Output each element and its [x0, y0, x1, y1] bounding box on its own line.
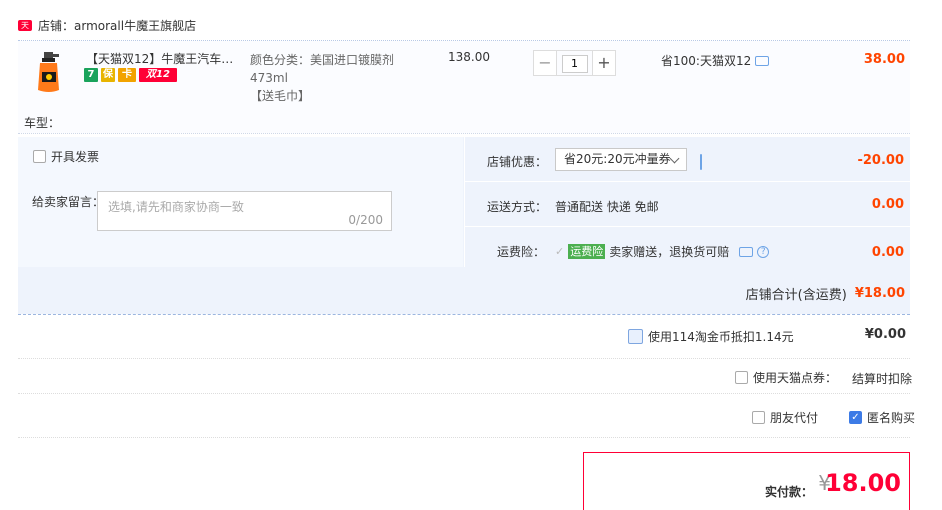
shop-name-link[interactable]: 店铺：armorall牛魔王旗舰店 [38, 17, 196, 34]
insurance-amount: 0.00 [871, 245, 904, 260]
insurance-tag: 运费险 [568, 244, 606, 259]
shipping-label: 运送方式： [487, 200, 548, 214]
anonymous-option[interactable]: ✓ 匿名购买 [849, 409, 915, 426]
quantity-field-wrap [557, 50, 592, 76]
message-placeholder: 选填,请先和商家协商一致 [108, 200, 244, 214]
taojinbi-option[interactable]: 使用114淘金币抵扣1.14元 [628, 328, 794, 345]
divider [18, 437, 910, 438]
product-thumbnail[interactable] [34, 50, 64, 94]
quantity-plus-button[interactable]: + [592, 50, 616, 76]
anonymous-label: 匿名购买 [867, 411, 916, 425]
payment-label: 实付款： [764, 485, 813, 499]
shop-total: 店铺合计(含运费) ¥18.00 [746, 284, 905, 303]
chevron-down-icon [669, 153, 680, 164]
discount-text: 省100:天猫双12 [661, 54, 752, 68]
coupon-amount: -20.00 [857, 153, 904, 168]
message-label: 给卖家留言： [32, 195, 105, 209]
chat-bubble-icon[interactable] [700, 154, 702, 170]
divider [465, 226, 910, 227]
divider [18, 358, 910, 359]
shipping-method: 普通配送 快递 免邮 [555, 200, 659, 214]
quantity-stepper: − + [533, 50, 616, 76]
sku-info: 颜色分类：美国进口镀膜剂473ml 【送毛巾】 [250, 51, 420, 105]
invoice-label: 开具发票 [51, 150, 100, 164]
insurance-check-icon: ✓ [555, 245, 565, 258]
insurance-label: 运费险： [497, 245, 546, 259]
divider [18, 133, 910, 134]
tmall-points-label: 使用天猫点券： [753, 371, 838, 385]
sku-gift: 【送毛巾】 [250, 89, 311, 103]
divider [18, 393, 910, 394]
friend-pay-option[interactable]: 朋友代付 [752, 409, 818, 426]
taojinbi-amount: ¥0.00 [864, 327, 906, 342]
shipping-amount: 0.00 [871, 197, 904, 212]
card-pay-icon[interactable]: 卡 [118, 68, 136, 82]
divider [18, 314, 910, 315]
coupon-select[interactable]: 省20元:20元冲量券 [555, 148, 687, 171]
double12-icon[interactable]: 双12 [139, 68, 177, 82]
help-icon[interactable]: ? [757, 245, 770, 258]
friend-pay-checkbox[interactable] [752, 411, 765, 424]
item-discount: 省100:天猫双12 [661, 52, 770, 69]
tmall-shop-icon: 天猫 [18, 19, 32, 41]
unit-price: 138.00 [448, 50, 490, 64]
shop-total-label: 店铺合计(含运费) [745, 288, 847, 303]
chat-bubble-icon[interactable] [739, 246, 754, 257]
tmall-points-option[interactable]: 使用天猫点券： [735, 369, 837, 386]
product-title-link[interactable]: 【天猫双12】牛魔王汽车镀膜剂 [86, 50, 244, 67]
insurance-text: 卖家赠送，退换货可赔 [609, 245, 730, 259]
tmall-points-checkbox[interactable] [735, 371, 748, 384]
service-badges: 7 保 卡 双12 [84, 68, 177, 82]
coupon-label: 店铺优惠： [487, 155, 548, 169]
message-char-count: 0/200 [348, 213, 383, 227]
payment-summary: 实付款： ¥ 18.00 [583, 452, 910, 510]
divider [464, 137, 465, 267]
guarantee-icon[interactable]: 保 [101, 68, 115, 82]
quantity-input[interactable] [561, 54, 588, 73]
chat-bubble-icon[interactable] [755, 55, 770, 66]
shop-total-value: ¥18.00 [854, 286, 905, 301]
car-model-label: 车型： [24, 116, 61, 130]
item-total: 38.00 [863, 52, 905, 67]
payment-amount: 18.00 [825, 469, 901, 497]
sku-color: 颜色分类：美国进口镀膜剂473ml [250, 53, 395, 85]
shop-header: 天猫 店铺：armorall牛魔王旗舰店 [18, 16, 196, 41]
anonymous-checkbox[interactable]: ✓ [849, 411, 862, 424]
coupon-selected: 省20元:20元冲量券 [564, 152, 671, 166]
insurance-option: ✓ 运费险 卖家赠送，退换货可赔 ? [555, 243, 770, 260]
quantity-minus-button[interactable]: − [533, 50, 557, 76]
taojinbi-label: 使用114淘金币抵扣1.14元 [648, 330, 794, 344]
divider [465, 181, 910, 182]
seller-message-textarea[interactable]: 选填,请先和商家协商一致 0/200 [97, 191, 392, 231]
friend-pay-label: 朋友代付 [770, 411, 819, 425]
seven-day-return-icon[interactable]: 7 [84, 68, 98, 82]
taojinbi-checkbox[interactable] [628, 329, 643, 344]
invoice-option[interactable]: 开具发票 [33, 148, 99, 165]
invoice-checkbox[interactable] [33, 150, 46, 163]
tmall-points-tip: 结算时扣除 [851, 372, 912, 386]
